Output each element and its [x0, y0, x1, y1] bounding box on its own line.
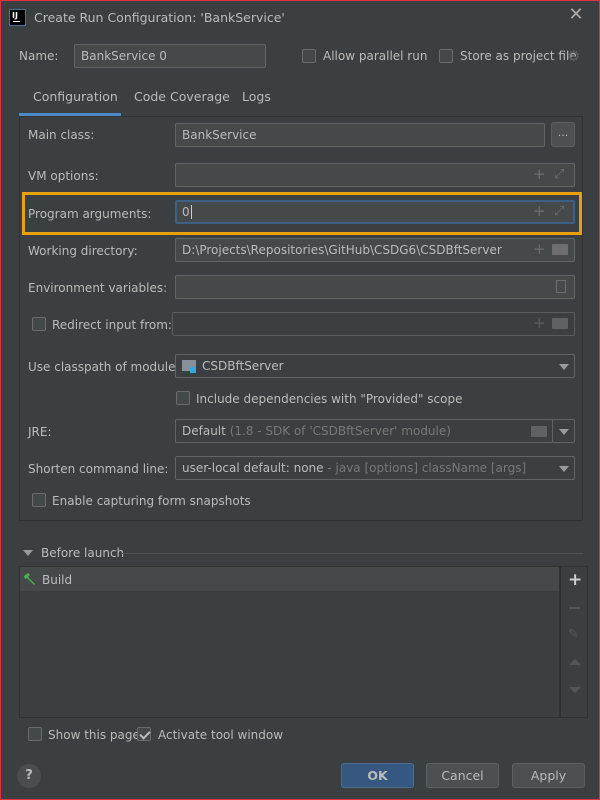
folder-icon[interactable]: [531, 426, 547, 437]
program-arguments-input[interactable]: 0: [175, 200, 575, 224]
allow-parallel-run-label: Allow parallel run: [323, 49, 428, 63]
move-up-icon[interactable]: [569, 659, 581, 665]
redirect-input-add-icon[interactable]: +: [533, 316, 546, 331]
show-this-page-checkbox[interactable]: [28, 727, 42, 741]
main-class-label: Main class:: [28, 128, 95, 142]
collapse-icon[interactable]: [23, 550, 33, 556]
hammer-icon: [23, 572, 37, 586]
before-launch-title[interactable]: Before launch: [41, 546, 124, 560]
close-icon[interactable]: ✕: [567, 6, 585, 24]
edit-icon[interactable]: ✎: [568, 627, 579, 642]
shorten-command-line-label: Shorten command line:: [28, 462, 169, 476]
include-provided-checkbox[interactable]: [176, 391, 190, 405]
chevron-down-icon[interactable]: [559, 466, 569, 472]
classpath-module-select[interactable]: CSDBftServer: [175, 354, 575, 378]
working-directory-label: Working directory:: [28, 244, 138, 258]
allow-parallel-run-checkbox[interactable]: [302, 49, 316, 63]
redirect-input-field[interactable]: [172, 312, 575, 336]
folder-icon[interactable]: [552, 244, 568, 255]
ok-button[interactable]: OK: [341, 763, 414, 788]
apply-button[interactable]: Apply: [512, 763, 585, 788]
working-directory-add-icon[interactable]: +: [533, 242, 546, 257]
enable-snapshots-checkbox[interactable]: [32, 493, 46, 507]
environment-variables-label: Environment variables:: [28, 281, 168, 295]
cancel-button[interactable]: Cancel: [426, 763, 499, 788]
dialog-title: Create Run Configuration: 'BankService': [34, 10, 285, 25]
classpath-module-label: Use classpath of module:: [28, 360, 180, 374]
name-input[interactable]: BankService 0: [74, 44, 266, 68]
jre-select[interactable]: Default (1.8 - SDK of 'CSDBftServer' mod…: [175, 419, 553, 443]
move-down-icon[interactable]: [569, 687, 581, 693]
enable-snapshots-label: Enable capturing form snapshots: [52, 494, 251, 508]
remove-icon[interactable]: [569, 607, 580, 609]
tab-logs[interactable]: Logs: [242, 89, 271, 104]
show-this-page-label: Show this page: [48, 728, 140, 742]
activate-tool-window-checkbox[interactable]: [137, 727, 151, 741]
help-button[interactable]: ?: [17, 764, 41, 788]
program-arguments-add-icon[interactable]: +: [533, 204, 546, 219]
edit-variables-icon[interactable]: [556, 280, 566, 293]
gear-icon[interactable]: ⚙: [567, 47, 580, 65]
redirect-input-checkbox[interactable]: [32, 317, 46, 331]
chevron-down-icon[interactable]: [559, 429, 569, 435]
vm-options-expand-icon[interactable]: ⤢: [554, 167, 564, 182]
intellij-idea-icon: IJ: [9, 9, 26, 26]
list-item[interactable]: [20, 567, 559, 591]
activate-tool-window-label: Activate tool window: [158, 728, 284, 742]
jre-label: JRE:: [28, 425, 52, 439]
section-divider: [121, 553, 583, 554]
store-as-project-file-checkbox[interactable]: [439, 49, 453, 63]
vm-options-label: VM options:: [28, 169, 99, 183]
tab-code-coverage[interactable]: Code Coverage: [134, 89, 230, 104]
vm-options-add-icon[interactable]: +: [533, 167, 546, 182]
vm-options-input[interactable]: [175, 163, 575, 187]
working-directory-input[interactable]: D:\Projects\Repositories\GitHub\CSDG6\CS…: [175, 238, 575, 262]
build-task-label: Build: [42, 573, 73, 587]
program-arguments-label: Program arguments:: [28, 207, 152, 221]
environment-variables-input[interactable]: [175, 275, 575, 299]
main-class-browse-button[interactable]: ...: [551, 122, 575, 147]
program-arguments-expand-icon[interactable]: ⤢: [554, 204, 564, 219]
run-configuration-dialog: IJ Create Run Configuration: 'BankServic…: [0, 0, 600, 800]
tab-configuration[interactable]: Configuration: [33, 89, 118, 104]
add-icon[interactable]: +: [568, 572, 582, 589]
folder-icon[interactable]: [552, 318, 568, 329]
module-badge-icon: [190, 367, 196, 373]
main-class-input[interactable]: BankService: [175, 123, 545, 147]
include-provided-label: Include dependencies with "Provided" sco…: [196, 392, 463, 406]
chevron-down-icon[interactable]: [559, 364, 569, 370]
redirect-input-label: Redirect input from:: [52, 318, 172, 332]
store-as-project-file-label: Store as project file: [460, 49, 577, 63]
shorten-command-line-select[interactable]: user-local default: none - java [options…: [175, 456, 575, 480]
name-label: Name:: [19, 49, 59, 63]
